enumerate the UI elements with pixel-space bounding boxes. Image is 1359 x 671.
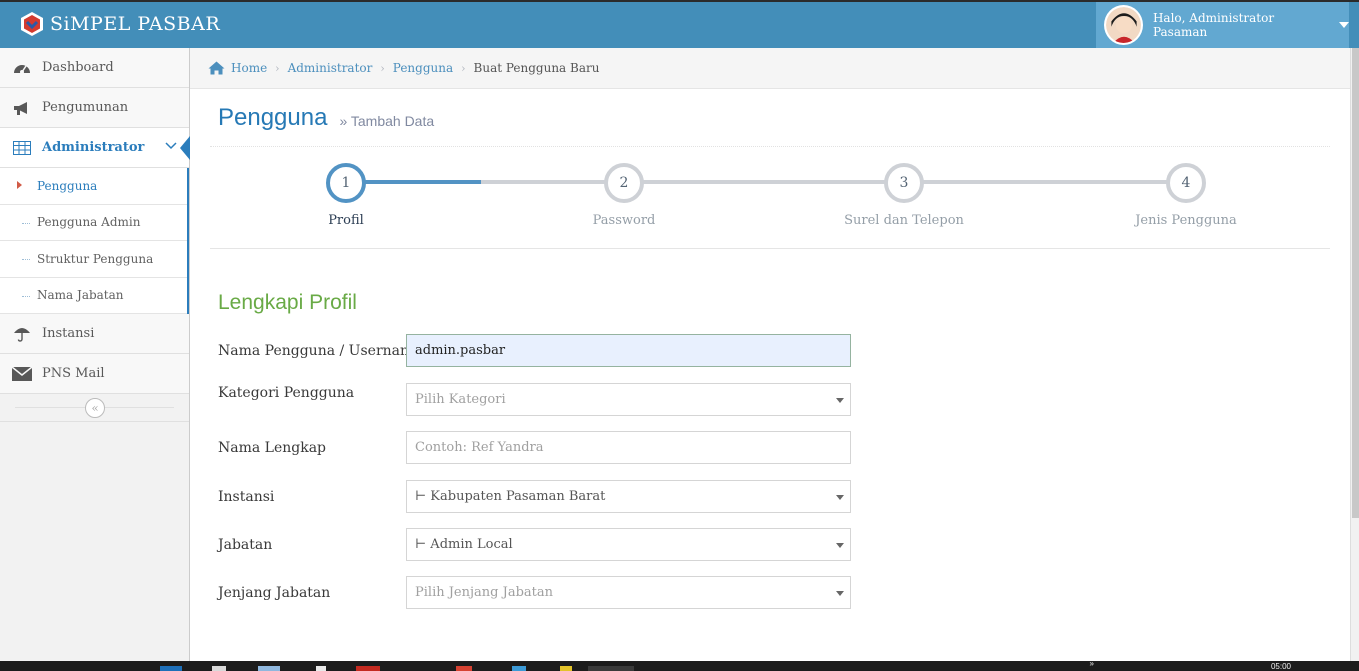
sidebar-item-administrator[interactable]: Administrator [0,128,190,168]
section-title: Lengkapi Profil [218,291,357,314]
submenu-item-label: Pengguna Admin [37,215,141,230]
step-title: Jenis Pengguna [1135,213,1237,228]
taskbar-app-icon[interactable] [356,666,380,671]
submenu-item-label: Struktur Pengguna [37,251,154,266]
sidebar-item-label: Pengumunan [42,100,129,115]
sidebar-item-label: Administrator [42,140,145,155]
step-title: Profil [328,213,364,228]
submenu-item-nama-jabatan[interactable]: Nama Jabatan [0,278,187,314]
breadcrumb-administrator[interactable]: Administrator [288,61,373,75]
bullhorn-icon [12,98,32,118]
sidebar-item-pengumunan[interactable]: Pengumunan [0,88,189,128]
nama-lengkap-input[interactable]: Contoh: Ref Yandra [406,431,851,464]
breadcrumb-pengguna[interactable]: Pengguna [393,61,453,75]
umbrella-icon [12,324,32,344]
chevron-right-icon: › [461,61,466,75]
username-input[interactable]: admin.pasbar [406,334,851,367]
dashboard-icon [12,58,32,78]
avatar [1104,5,1143,45]
jabatan-value: ⊢ Admin Local [415,537,513,552]
os-taskbar: » 05:00 [0,659,1359,671]
submenu-item-struktur-pengguna[interactable]: Struktur Pengguna [0,241,187,278]
taskbar-app-icon[interactable] [316,666,326,671]
instansi-value: ⊢ Kabupaten Pasaman Barat [415,489,606,504]
table-icon [12,138,32,158]
step-number: 2 [604,163,644,203]
breadcrumb: Home › Administrator › Pengguna › Buat P… [190,48,1350,89]
step-number: 4 [1166,163,1206,203]
taskbar-clock: 05:00 [1270,662,1291,671]
kategori-placeholder: Pilih Kategori [415,392,506,407]
kategori-select[interactable]: Pilih Kategori [406,383,851,416]
page-title: Pengguna [218,103,328,131]
brand-name: SiMPEL PASBAR [50,13,221,35]
page-scrollbar[interactable] [1350,48,1359,661]
brand[interactable]: SiMPEL PASBAR [20,11,220,37]
wizard-step-2[interactable]: 2 Password [544,163,704,228]
sidebar-item-label: Instansi [42,326,95,341]
chevron-down-icon [165,142,177,150]
step-title: Password [592,213,656,228]
caret-right-icon [17,181,22,189]
chevron-right-icon: › [275,61,280,75]
breadcrumb-home[interactable]: Home [231,61,267,75]
instansi-label: Instansi [218,489,275,505]
jabatan-select[interactable]: ⊢ Admin Local [406,528,851,561]
wizard-step-4[interactable]: 4 Jenis Pengguna [1106,163,1266,228]
taskbar-app-icon[interactable] [212,666,226,671]
sidebar-collapse: « [0,394,189,422]
caret-down-icon [836,398,844,403]
double-chevron-left-icon[interactable]: « [85,398,105,418]
sidebar-item-dashboard[interactable]: Dashboard [0,48,189,88]
user-greeting: Halo, Administrator Pasaman [1152,11,1275,39]
submenu-item-pengguna[interactable]: Pengguna [0,168,187,205]
submenu-item-label: Nama Jabatan [37,288,124,303]
top-navbar: SiMPEL PASBAR Halo, Administrator Pasama… [0,0,1359,48]
jenjang-label: Jenjang Jabatan [218,585,331,601]
sidebar: Dashboard Pengumunan Administrator Pengg… [0,48,190,661]
scrollbar-thumb[interactable] [1352,48,1359,518]
sidebar-item-label: PNS Mail [42,366,105,381]
instansi-select[interactable]: ⊢ Kabupaten Pasaman Barat [406,480,851,513]
wizard-step-1[interactable]: 1 Profil [266,163,426,228]
caret-down-icon [836,591,844,596]
sidebar-item-pns-mail[interactable]: PNS Mail [0,354,189,394]
step-number: 3 [884,163,924,203]
taskbar-app-icon[interactable] [258,666,280,671]
user-menu[interactable]: Halo, Administrator Pasaman [1096,2,1349,48]
taskbar-app-icon[interactable] [512,666,526,671]
taskbar-app-icon[interactable] [456,666,472,671]
taskbar-overflow-icon[interactable]: » [1090,659,1094,668]
step-title: Surel dan Telepon [844,213,964,228]
sidebar-item-instansi[interactable]: Instansi [0,314,189,354]
chevron-right-icon: › [380,61,385,75]
chevron-down-icon [1339,22,1349,28]
breadcrumb-current: Buat Pengguna Baru [473,61,600,75]
submenu-item-label: Pengguna [37,178,98,193]
submenu-item-pengguna-admin[interactable]: Pengguna Admin [0,205,187,241]
taskbar-app-icon[interactable] [560,666,572,671]
step-number: 1 [326,163,366,203]
administrator-submenu: Pengguna Pengguna Admin Struktur Penggun… [0,168,189,314]
kategori-label: Kategori Pengguna [218,385,355,401]
taskbar-app-icon[interactable] [160,666,182,671]
jenjang-placeholder: Pilih Jenjang Jabatan [415,585,553,600]
active-indicator [180,136,190,160]
username-label: Nama Pengguna / Username [218,343,422,359]
home-icon[interactable] [208,61,225,75]
taskbar-app-icon[interactable] [588,666,634,671]
brand-logo-icon [21,12,43,36]
wizard-steps: 1 Profil 2 Password 3 Surel dan Telepon … [210,147,1330,249]
jabatan-label: Jabatan [218,537,273,553]
sidebar-item-label: Dashboard [42,60,114,75]
page-header: Pengguna » Tambah Data [210,89,1330,147]
page-subtitle: » Tambah Data [339,112,435,129]
nama-lengkap-label: Nama Lengkap [218,440,327,456]
caret-down-icon [836,543,844,548]
envelope-icon [12,364,32,384]
wizard-step-3[interactable]: 3 Surel dan Telepon [824,163,984,228]
caret-down-icon [836,495,844,500]
jenjang-select[interactable]: Pilih Jenjang Jabatan [406,576,851,609]
